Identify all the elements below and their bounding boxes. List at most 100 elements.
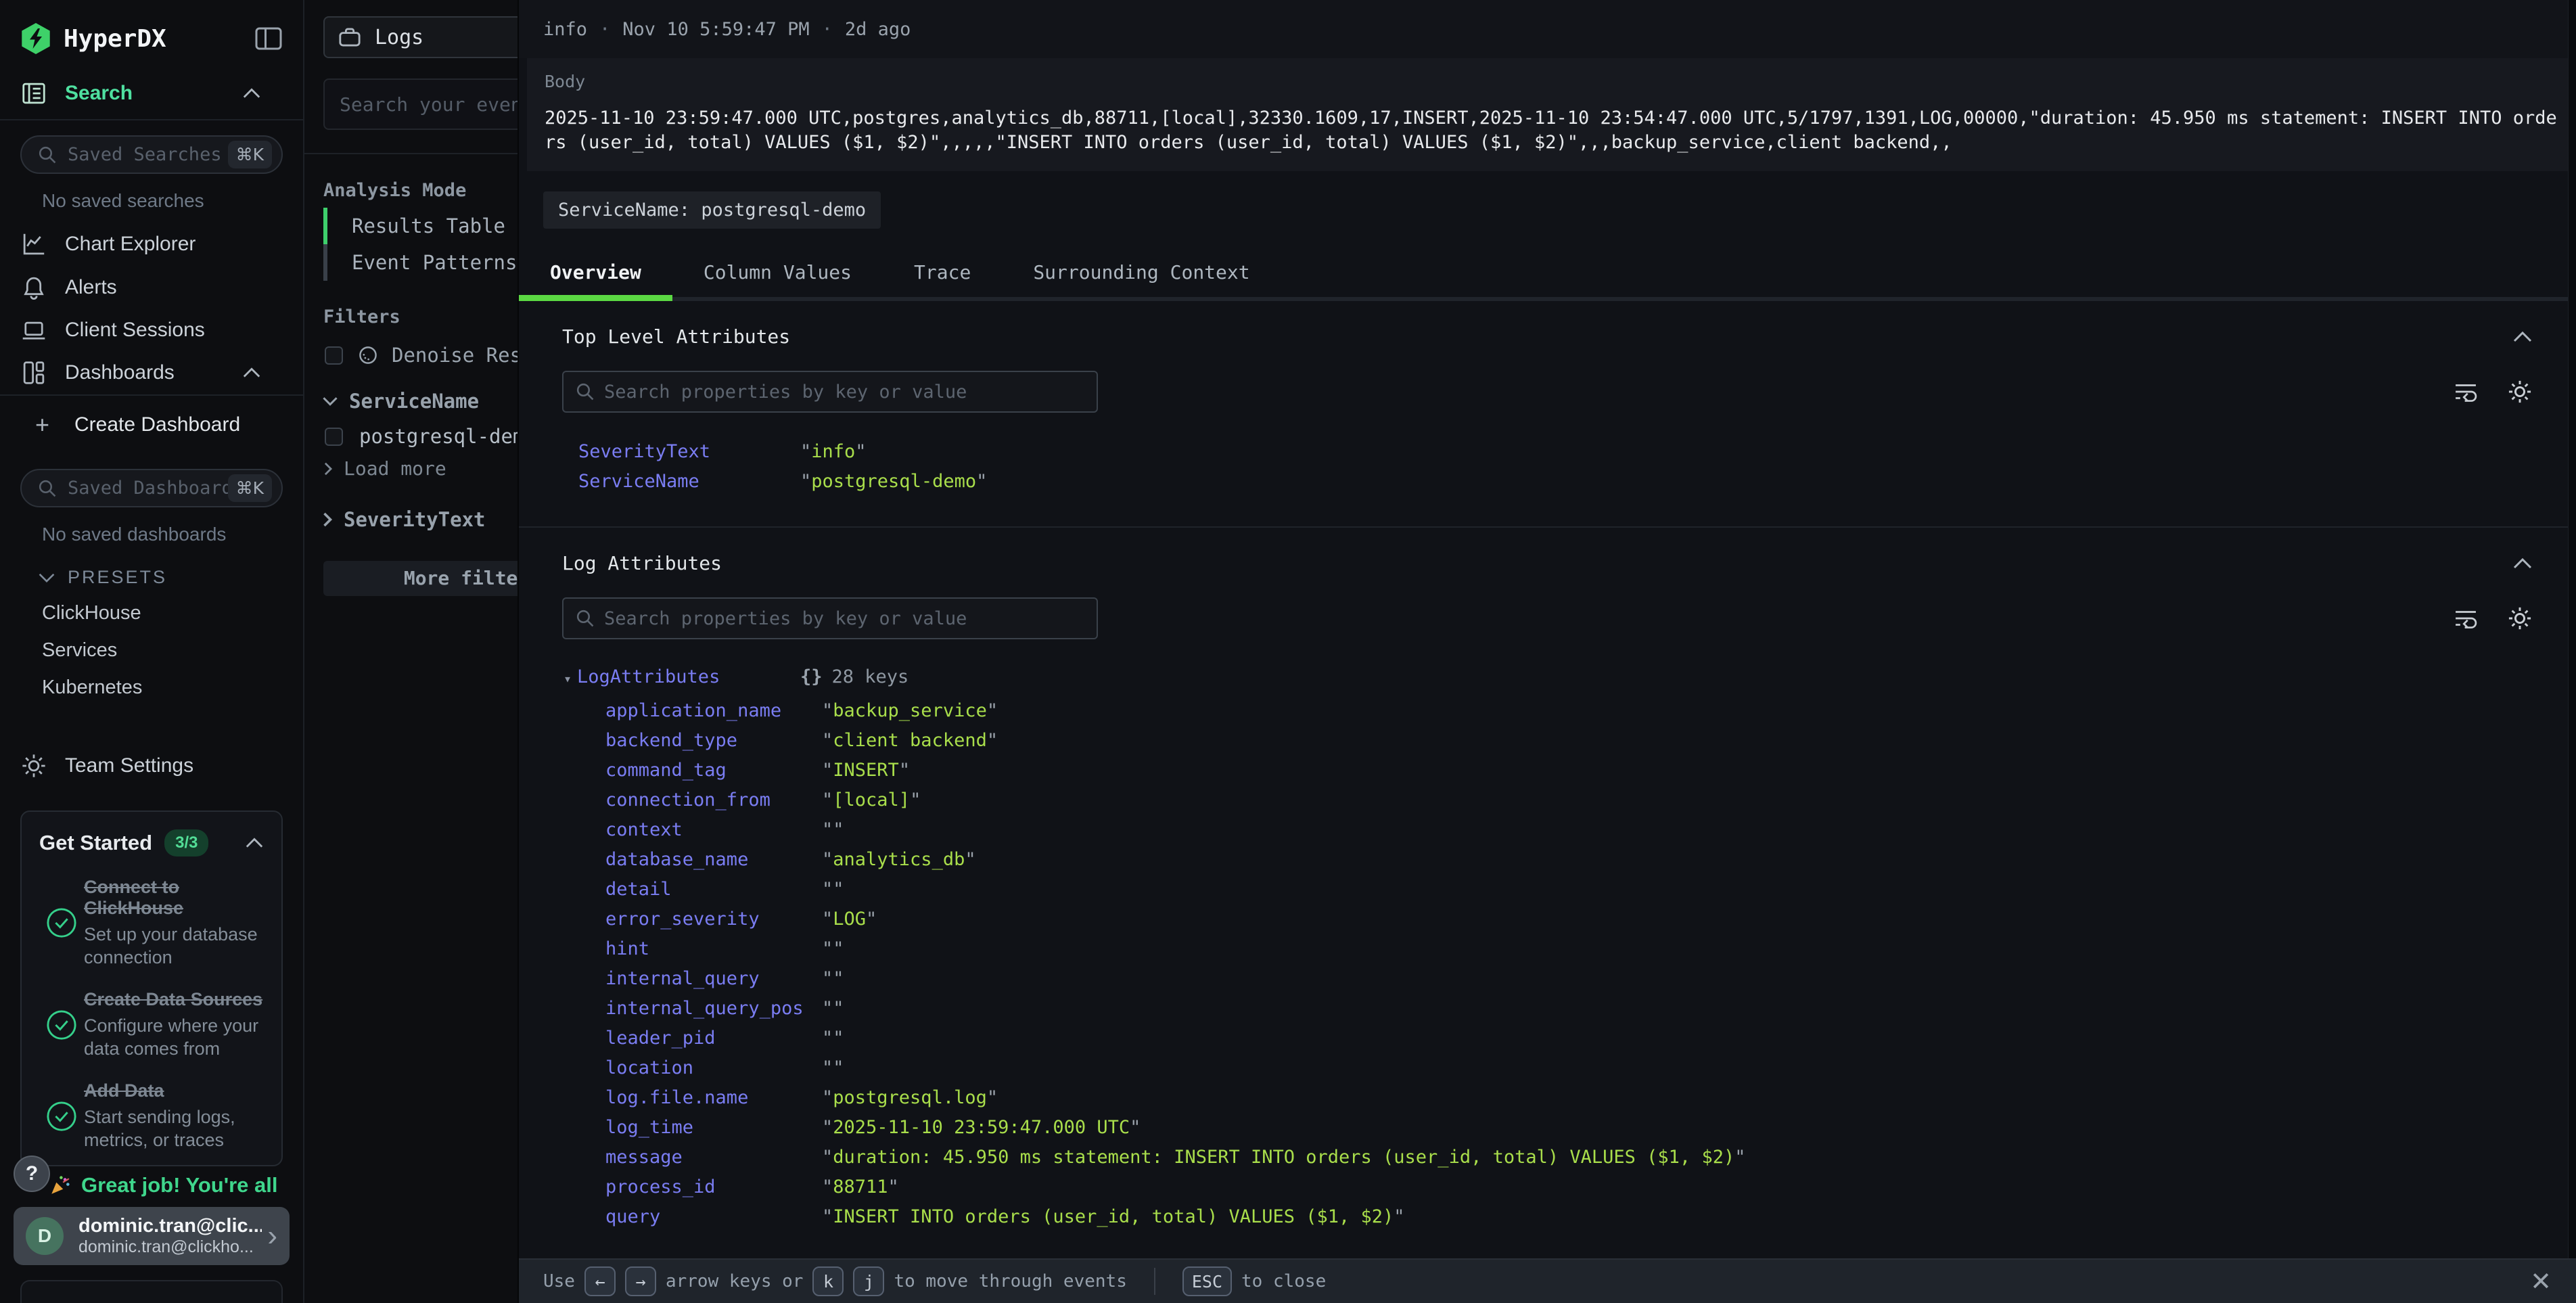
preset-services[interactable]: Services: [0, 632, 303, 669]
get-started-step-connect[interactable]: Connect to ClickHouse Set up your databa…: [39, 877, 264, 969]
saved-dashboards-input[interactable]: Saved Dashboards ⌘K: [20, 469, 283, 507]
attribute-key[interactable]: detail: [605, 879, 672, 900]
attribute-key[interactable]: SeverityText: [578, 441, 710, 462]
attribute-value[interactable]: [822, 879, 844, 900]
gear-icon[interactable]: [2507, 379, 2533, 405]
attribute-key[interactable]: hint: [605, 938, 649, 959]
attribute-key[interactable]: ServiceName: [578, 471, 699, 492]
close-icon[interactable]: ✕: [2530, 1266, 2552, 1296]
tree-root-row[interactable]: ▾ LogAttributes {}28 keys: [562, 666, 2533, 700]
attribute-key[interactable]: command_tag: [605, 760, 727, 781]
attribute-value[interactable]: [822, 819, 844, 840]
attribute-row[interactable]: command_tagINSERT: [562, 760, 2533, 790]
attribute-value[interactable]: postgresql.log: [822, 1087, 998, 1108]
tab-column-values[interactable]: Column Values: [672, 252, 883, 297]
service-name-tag[interactable]: ServiceName: postgresql-demo: [543, 191, 881, 229]
attribute-row[interactable]: log_time 2025-11-10 23:59:47.000 UTC: [562, 1117, 2533, 1147]
attribute-row[interactable]: message duration: 45.950 ms statement: IN…: [562, 1147, 2533, 1176]
get-started-step-adddata[interactable]: Add Data Start sending logs, metrics, or…: [39, 1080, 264, 1151]
attribute-value[interactable]: [local]: [822, 790, 921, 810]
chevron-up-icon[interactable]: [2512, 557, 2533, 570]
tab-surrounding-context[interactable]: Surrounding Context: [1002, 252, 1281, 297]
attribute-value[interactable]: LOG: [822, 909, 877, 930]
preset-clickhouse[interactable]: ClickHouse: [0, 595, 303, 632]
attribute-value[interactable]: 88711: [822, 1176, 899, 1197]
attribute-value[interactable]: INSERT INTO orders (user_id, total) VALU…: [822, 1206, 1405, 1227]
attribute-key[interactable]: LogAttributes: [577, 666, 720, 687]
attribute-key[interactable]: query: [605, 1206, 660, 1227]
sidebar-item-client-sessions[interactable]: Client Sessions: [0, 309, 303, 351]
k-key[interactable]: k: [812, 1266, 844, 1296]
attribute-key[interactable]: log.file.name: [605, 1087, 748, 1108]
load-more-button[interactable]: Load more: [304, 453, 518, 486]
attribute-row[interactable]: error_severity LOG: [562, 909, 2533, 938]
chevron-up-icon[interactable]: [238, 87, 265, 99]
attribute-row[interactable]: internal_query_pos: [562, 998, 2533, 1028]
property-search-box[interactable]: [562, 371, 1098, 413]
attribute-row[interactable]: connection_from [local]: [562, 790, 2533, 819]
attribute-key[interactable]: database_name: [605, 849, 748, 870]
checkbox[interactable]: [325, 428, 343, 446]
attribute-key[interactable]: leader_pid: [605, 1028, 716, 1049]
attribute-value[interactable]: [822, 1057, 844, 1078]
wrap-lines-icon[interactable]: [2453, 380, 2479, 403]
presets-toggle[interactable]: PRESETS: [0, 556, 303, 595]
attribute-key[interactable]: message: [605, 1147, 683, 1168]
attribute-value[interactable]: postgresql-demo: [800, 471, 987, 492]
chevron-up-icon[interactable]: [2512, 331, 2533, 343]
attribute-key[interactable]: application_name: [605, 700, 781, 721]
esc-key[interactable]: ESC: [1182, 1266, 1232, 1296]
collapse-sidebar-icon[interactable]: [254, 26, 283, 51]
attribute-row[interactable]: location: [562, 1057, 2533, 1087]
property-search-input[interactable]: [604, 608, 1084, 629]
help-button[interactable]: ?: [14, 1156, 50, 1192]
attribute-row[interactable]: internal_query: [562, 968, 2533, 998]
attribute-row[interactable]: leader_pid: [562, 1028, 2533, 1057]
user-menu[interactable]: D dominic.tran@clic... dominic.tran@clic…: [14, 1207, 290, 1265]
attribute-key[interactable]: error_severity: [605, 909, 760, 930]
caret-down-icon[interactable]: ▾: [564, 670, 572, 687]
sidebar-item-search[interactable]: Search: [0, 72, 303, 119]
wrap-lines-icon[interactable]: [2453, 607, 2479, 630]
attribute-row[interactable]: query INSERT INTO orders (user_id, total)…: [562, 1206, 2533, 1236]
attribute-row[interactable]: process_id 88711: [562, 1176, 2533, 1206]
attribute-value[interactable]: 2025-11-10 23:59:47.000 UTC: [822, 1117, 1141, 1138]
mode-event-patterns[interactable]: Event Patterns: [323, 244, 518, 281]
event-search-input[interactable]: [340, 93, 518, 116]
attribute-key[interactable]: process_id: [605, 1176, 716, 1197]
attribute-value[interactable]: [822, 968, 844, 989]
create-dashboard-button[interactable]: + Create Dashboard: [0, 396, 303, 454]
preset-kubernetes[interactable]: Kubernetes: [0, 669, 303, 706]
denoise-results-toggle[interactable]: Denoise Results: [304, 334, 518, 376]
attribute-key[interactable]: backend_type: [605, 730, 737, 751]
attribute-key[interactable]: log_time: [605, 1117, 693, 1138]
attribute-row[interactable]: application_name backup_service: [562, 700, 2533, 730]
scrollbar[interactable]: [2568, 0, 2576, 1258]
attribute-row[interactable]: backend_typeclient backend: [562, 730, 2533, 760]
left-arrow-key[interactable]: ←: [584, 1266, 616, 1296]
sidebar-item-team-settings[interactable]: Team Settings: [0, 744, 303, 787]
sidebar-item-dashboards[interactable]: Dashboards: [0, 351, 303, 394]
attribute-value[interactable]: [822, 998, 844, 1019]
attribute-value[interactable]: backup_service: [822, 700, 998, 721]
tab-overview[interactable]: Overview: [519, 252, 672, 297]
attribute-key[interactable]: connection_from: [605, 790, 770, 810]
attribute-key[interactable]: internal_query: [605, 968, 760, 989]
attribute-value[interactable]: info: [800, 441, 867, 462]
attribute-value[interactable]: duration: 45.950 ms statement: INSERT IN…: [822, 1147, 1745, 1168]
chevron-up-icon[interactable]: [238, 367, 265, 379]
attribute-value[interactable]: analytics_db: [822, 849, 976, 870]
chevron-up-icon[interactable]: [245, 837, 264, 849]
attribute-row[interactable]: SeverityText info: [562, 441, 2533, 471]
filter-group-severitytext[interactable]: SeverityText: [304, 486, 518, 538]
sidebar-item-alerts[interactable]: Alerts: [0, 266, 303, 309]
attribute-row[interactable]: database_name analytics_db: [562, 849, 2533, 879]
tab-trace[interactable]: Trace: [883, 252, 1002, 297]
attribute-key[interactable]: context: [605, 819, 683, 840]
checkbox[interactable]: [325, 346, 343, 365]
attribute-key[interactable]: location: [605, 1057, 693, 1078]
property-search-box[interactable]: [562, 597, 1098, 639]
filter-option-postgresql-demo[interactable]: postgresql-demo: [304, 419, 518, 453]
sidebar-item-chart-explorer[interactable]: Chart Explorer: [0, 223, 303, 266]
filter-group-servicename[interactable]: ServiceName: [304, 376, 518, 419]
